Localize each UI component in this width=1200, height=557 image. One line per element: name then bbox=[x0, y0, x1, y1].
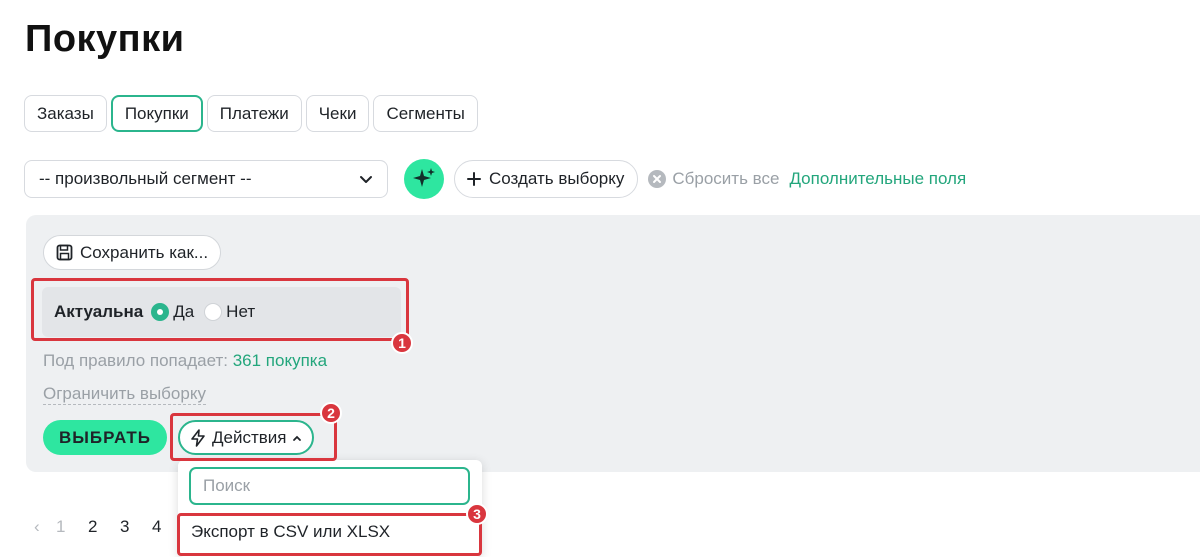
tab-orders[interactable]: Заказы bbox=[24, 95, 107, 132]
page-2[interactable]: 2 bbox=[88, 517, 120, 537]
tabs: Заказы Покупки Платежи Чеки Сегменты bbox=[24, 95, 478, 132]
create-selection-label: Создать выборку bbox=[489, 169, 625, 188]
save-as-button[interactable]: Сохранить как... bbox=[43, 235, 222, 270]
page-3[interactable]: 3 bbox=[120, 517, 152, 537]
actions-search-input[interactable] bbox=[189, 467, 470, 505]
toolbar: -- произвольный сегмент -- Создать выбор… bbox=[24, 159, 966, 199]
tab-segments[interactable]: Сегменты bbox=[373, 95, 478, 132]
tab-payments[interactable]: Платежи bbox=[206, 95, 302, 132]
reset-all-label: Сбросить все bbox=[672, 169, 780, 188]
annotation-badge-3: 3 bbox=[466, 503, 488, 525]
select-button[interactable]: ВЫБРАТЬ bbox=[43, 420, 167, 455]
page-1[interactable]: 1 bbox=[56, 517, 88, 537]
page-prev-button[interactable]: ‹ bbox=[34, 517, 56, 537]
highlight-box-2 bbox=[170, 413, 337, 461]
chevron-down-icon bbox=[360, 176, 372, 183]
close-circle-icon bbox=[648, 170, 667, 188]
segment-select-value: -- произвольный сегмент -- bbox=[39, 169, 252, 188]
tab-purchases[interactable]: Покупки bbox=[110, 95, 203, 132]
save-as-label: Сохранить как... bbox=[80, 242, 209, 262]
tab-receipts[interactable]: Чеки bbox=[305, 95, 370, 132]
rule-count-prefix: Под правило попадает: bbox=[43, 351, 228, 370]
extra-fields-link[interactable]: Дополнительные поля bbox=[789, 169, 966, 189]
highlight-box-3 bbox=[177, 513, 482, 556]
pagination: ‹ 1 2 3 4 bbox=[34, 517, 184, 537]
sparkle-icon bbox=[413, 168, 435, 187]
floppy-disk-icon bbox=[56, 244, 73, 261]
annotation-badge-2: 2 bbox=[320, 402, 342, 424]
plus-icon bbox=[467, 172, 481, 186]
annotation-badge-1: 1 bbox=[391, 332, 413, 354]
create-selection-button[interactable]: Создать выборку bbox=[454, 160, 639, 198]
rule-count-link[interactable]: 361 покупка bbox=[233, 351, 327, 370]
limit-selection-link[interactable]: Ограничить выборку bbox=[43, 384, 206, 405]
reset-all-button[interactable]: Сбросить все bbox=[648, 169, 779, 189]
page-title: Покупки bbox=[25, 18, 185, 60]
rule-count: Под правило попадает: 361 покупка bbox=[43, 351, 327, 371]
segment-select[interactable]: -- произвольный сегмент -- bbox=[24, 160, 388, 198]
ai-sparkle-button[interactable] bbox=[404, 159, 444, 199]
highlight-box-1 bbox=[31, 278, 409, 341]
